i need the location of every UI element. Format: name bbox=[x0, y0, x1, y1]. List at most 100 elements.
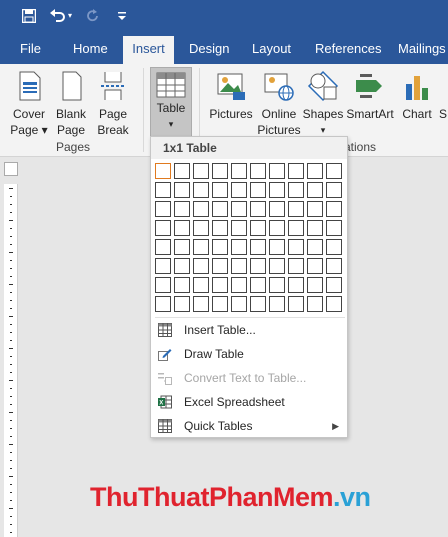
grid-cell[interactable] bbox=[288, 220, 304, 236]
grid-cell[interactable] bbox=[212, 258, 228, 274]
page-break-button[interactable]: Page Break bbox=[94, 64, 132, 138]
table-button[interactable]: Table ▾ bbox=[150, 67, 192, 137]
grid-cell[interactable] bbox=[307, 201, 323, 217]
grid-cell[interactable] bbox=[269, 201, 285, 217]
grid-cell[interactable] bbox=[174, 277, 190, 293]
tab-insert[interactable]: Insert bbox=[123, 36, 174, 64]
grid-cell[interactable] bbox=[307, 220, 323, 236]
online-pictures-button[interactable]: Online Pictures bbox=[257, 64, 301, 138]
undo-dropdown-icon[interactable]: ▾ bbox=[68, 11, 72, 20]
grid-cell[interactable] bbox=[307, 277, 323, 293]
tab-design[interactable]: Design bbox=[179, 36, 239, 64]
undo-icon[interactable] bbox=[50, 9, 66, 23]
grid-cell[interactable] bbox=[269, 220, 285, 236]
grid-cell[interactable] bbox=[250, 201, 266, 217]
grid-cell[interactable] bbox=[193, 201, 209, 217]
grid-cell[interactable] bbox=[174, 220, 190, 236]
grid-cell[interactable] bbox=[288, 258, 304, 274]
grid-cell[interactable] bbox=[155, 201, 171, 217]
grid-cell[interactable] bbox=[250, 163, 266, 179]
save-icon[interactable] bbox=[22, 9, 36, 23]
grid-cell[interactable] bbox=[269, 182, 285, 198]
grid-cell[interactable] bbox=[212, 163, 228, 179]
grid-cell[interactable] bbox=[326, 220, 342, 236]
grid-cell[interactable] bbox=[288, 239, 304, 255]
grid-cell[interactable] bbox=[307, 163, 323, 179]
grid-cell[interactable] bbox=[288, 163, 304, 179]
grid-cell[interactable] bbox=[174, 201, 190, 217]
grid-cell[interactable] bbox=[155, 296, 171, 312]
grid-cell[interactable] bbox=[193, 277, 209, 293]
grid-cell[interactable] bbox=[155, 239, 171, 255]
tab-home[interactable]: Home bbox=[63, 36, 118, 64]
grid-cell[interactable] bbox=[155, 277, 171, 293]
grid-cell[interactable] bbox=[193, 163, 209, 179]
grid-cell[interactable] bbox=[174, 258, 190, 274]
grid-cell[interactable] bbox=[326, 163, 342, 179]
ruler-corner[interactable] bbox=[4, 162, 18, 176]
grid-cell[interactable] bbox=[307, 296, 323, 312]
tab-references[interactable]: References bbox=[305, 36, 391, 64]
grid-cell[interactable] bbox=[193, 296, 209, 312]
grid-cell[interactable] bbox=[307, 258, 323, 274]
insert-table-item[interactable]: Insert Table... bbox=[151, 318, 347, 342]
tab-mailings[interactable]: Mailings bbox=[388, 36, 448, 64]
grid-cell[interactable] bbox=[250, 296, 266, 312]
pictures-button[interactable]: Pictures bbox=[207, 64, 255, 122]
grid-cell[interactable] bbox=[269, 277, 285, 293]
grid-cell[interactable] bbox=[250, 182, 266, 198]
grid-cell[interactable] bbox=[326, 277, 342, 293]
tab-file[interactable]: File bbox=[10, 36, 51, 64]
grid-cell[interactable] bbox=[231, 239, 247, 255]
grid-cell[interactable] bbox=[155, 182, 171, 198]
grid-cell[interactable] bbox=[212, 239, 228, 255]
grid-cell[interactable] bbox=[288, 277, 304, 293]
grid-cell[interactable] bbox=[155, 163, 171, 179]
grid-cell[interactable] bbox=[231, 220, 247, 236]
grid-cell[interactable] bbox=[174, 239, 190, 255]
grid-cell[interactable] bbox=[155, 220, 171, 236]
grid-cell[interactable] bbox=[193, 258, 209, 274]
grid-cell[interactable] bbox=[326, 182, 342, 198]
grid-cell[interactable] bbox=[212, 277, 228, 293]
smartart-button[interactable]: SmartArt bbox=[345, 64, 395, 122]
cover-page-button[interactable]: Cover Page ▾ bbox=[8, 64, 50, 138]
excel-spreadsheet-item[interactable]: X Excel Spreadsheet bbox=[151, 390, 347, 414]
grid-cell[interactable] bbox=[193, 239, 209, 255]
draw-table-item[interactable]: Draw Table bbox=[151, 342, 347, 366]
grid-cell[interactable] bbox=[307, 239, 323, 255]
grid-cell[interactable] bbox=[174, 182, 190, 198]
grid-cell[interactable] bbox=[231, 258, 247, 274]
grid-cell[interactable] bbox=[212, 201, 228, 217]
grid-cell[interactable] bbox=[193, 220, 209, 236]
screenshot-button[interactable]: S bbox=[438, 64, 448, 122]
grid-cell[interactable] bbox=[155, 258, 171, 274]
grid-cell[interactable] bbox=[231, 201, 247, 217]
grid-cell[interactable] bbox=[212, 182, 228, 198]
shapes-button[interactable]: Shapes ▾ bbox=[302, 64, 344, 138]
grid-cell[interactable] bbox=[250, 220, 266, 236]
grid-cell[interactable] bbox=[307, 182, 323, 198]
grid-cell[interactable] bbox=[288, 201, 304, 217]
customize-qat-icon[interactable] bbox=[117, 11, 127, 21]
grid-cell[interactable] bbox=[269, 296, 285, 312]
quick-tables-item[interactable]: Quick Tables ▶ bbox=[151, 414, 347, 438]
grid-cell[interactable] bbox=[288, 296, 304, 312]
grid-cell[interactable] bbox=[231, 182, 247, 198]
grid-cell[interactable] bbox=[174, 163, 190, 179]
tab-layout[interactable]: Layout bbox=[242, 36, 301, 64]
chart-button[interactable]: Chart bbox=[399, 64, 435, 122]
grid-cell[interactable] bbox=[326, 239, 342, 255]
grid-cell[interactable] bbox=[269, 239, 285, 255]
grid-cell[interactable] bbox=[288, 182, 304, 198]
grid-cell[interactable] bbox=[212, 220, 228, 236]
grid-cell[interactable] bbox=[250, 258, 266, 274]
grid-cell[interactable] bbox=[326, 201, 342, 217]
blank-page-button[interactable]: Blank Page bbox=[53, 64, 89, 138]
grid-cell[interactable] bbox=[231, 277, 247, 293]
grid-cell[interactable] bbox=[269, 163, 285, 179]
grid-cell[interactable] bbox=[326, 296, 342, 312]
grid-cell[interactable] bbox=[269, 258, 285, 274]
redo-icon[interactable] bbox=[86, 9, 100, 23]
grid-cell[interactable] bbox=[231, 296, 247, 312]
